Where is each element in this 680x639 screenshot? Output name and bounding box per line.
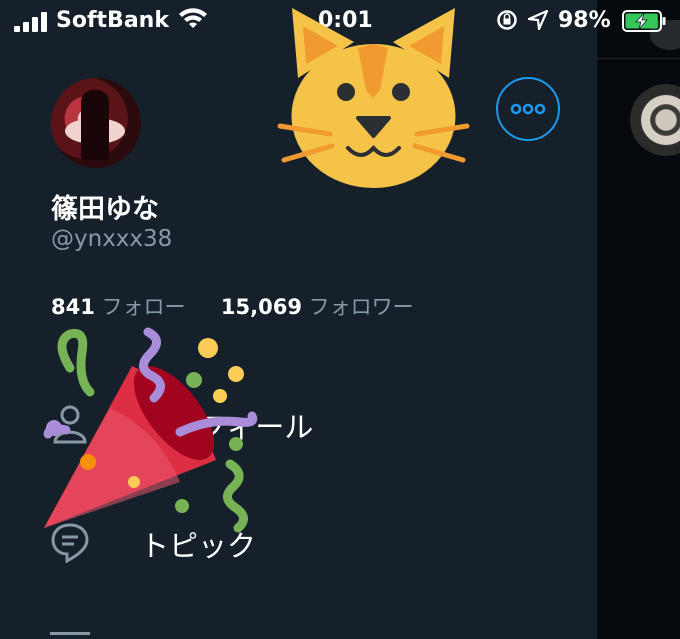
following-count: 841 (51, 295, 95, 319)
signal-icon (14, 12, 47, 32)
next-menu-icon-partial (50, 632, 90, 639)
more-dots-icon (510, 103, 546, 115)
clock: 0:01 (318, 8, 373, 33)
followers-link[interactable]: 15,069 フォロワー (221, 295, 414, 319)
screen: 篠田ゆな @ynxxx38 841 フォロー 15,069 フォロワー プロフィ… (0, 0, 680, 639)
battery-percent: 98% (558, 8, 611, 33)
topic-bubble-icon (51, 523, 89, 563)
rotation-lock-icon (497, 10, 517, 30)
person-icon (53, 405, 87, 444)
battery-charging-icon (622, 10, 666, 32)
profile-display-name[interactable]: 篠田ゆな (51, 187, 159, 226)
menu-item-topics[interactable]: トピック (50, 517, 470, 567)
timeline-divider (597, 58, 680, 59)
followers-count: 15,069 (220, 295, 302, 319)
wifi-icon (179, 8, 207, 28)
following-label: フォロー (101, 295, 186, 319)
menu-item-profile[interactable]: プロフィール (50, 398, 470, 448)
avatar-photo-figure (81, 90, 109, 160)
status-bar: SoftBank 0:01 98% (0, 0, 680, 44)
more-accounts-button[interactable] (496, 77, 560, 141)
followers-label: フォロワー (308, 295, 414, 319)
carrier-name: SoftBank (56, 8, 169, 33)
menu-item-label: プロフィール (140, 410, 314, 444)
follow-stats: 841 フォロー 15,069 フォロワー (51, 291, 414, 321)
location-arrow-icon (528, 10, 548, 30)
profile-handle[interactable]: @ynxxx38 (51, 226, 172, 252)
side-drawer: 篠田ゆな @ynxxx38 841 フォロー 15,069 フォロワー プロフィ… (0, 0, 597, 639)
profile-avatar[interactable] (51, 78, 141, 168)
following-link[interactable]: 841 フォロー (51, 295, 192, 319)
menu-item-label: トピック (140, 529, 257, 563)
